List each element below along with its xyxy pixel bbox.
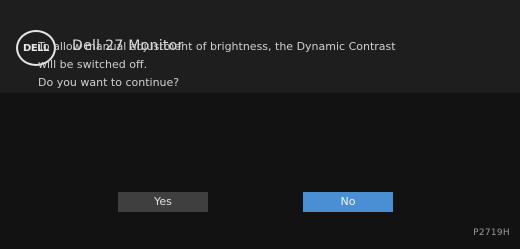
- yes-button[interactable]: Yes: [118, 192, 208, 212]
- message-line-2: will be switched off.: [38, 58, 148, 71]
- osd-dialog: DELL Dell 27 Monitor To allow manual adj…: [0, 0, 520, 249]
- dialog-body: [0, 93, 520, 249]
- model-label: P2719H: [473, 228, 510, 238]
- message-line-1: To allow manual adjustment of brightness…: [38, 40, 396, 53]
- no-button[interactable]: No: [303, 192, 393, 212]
- message-line-3: Do you want to continue?: [38, 76, 180, 89]
